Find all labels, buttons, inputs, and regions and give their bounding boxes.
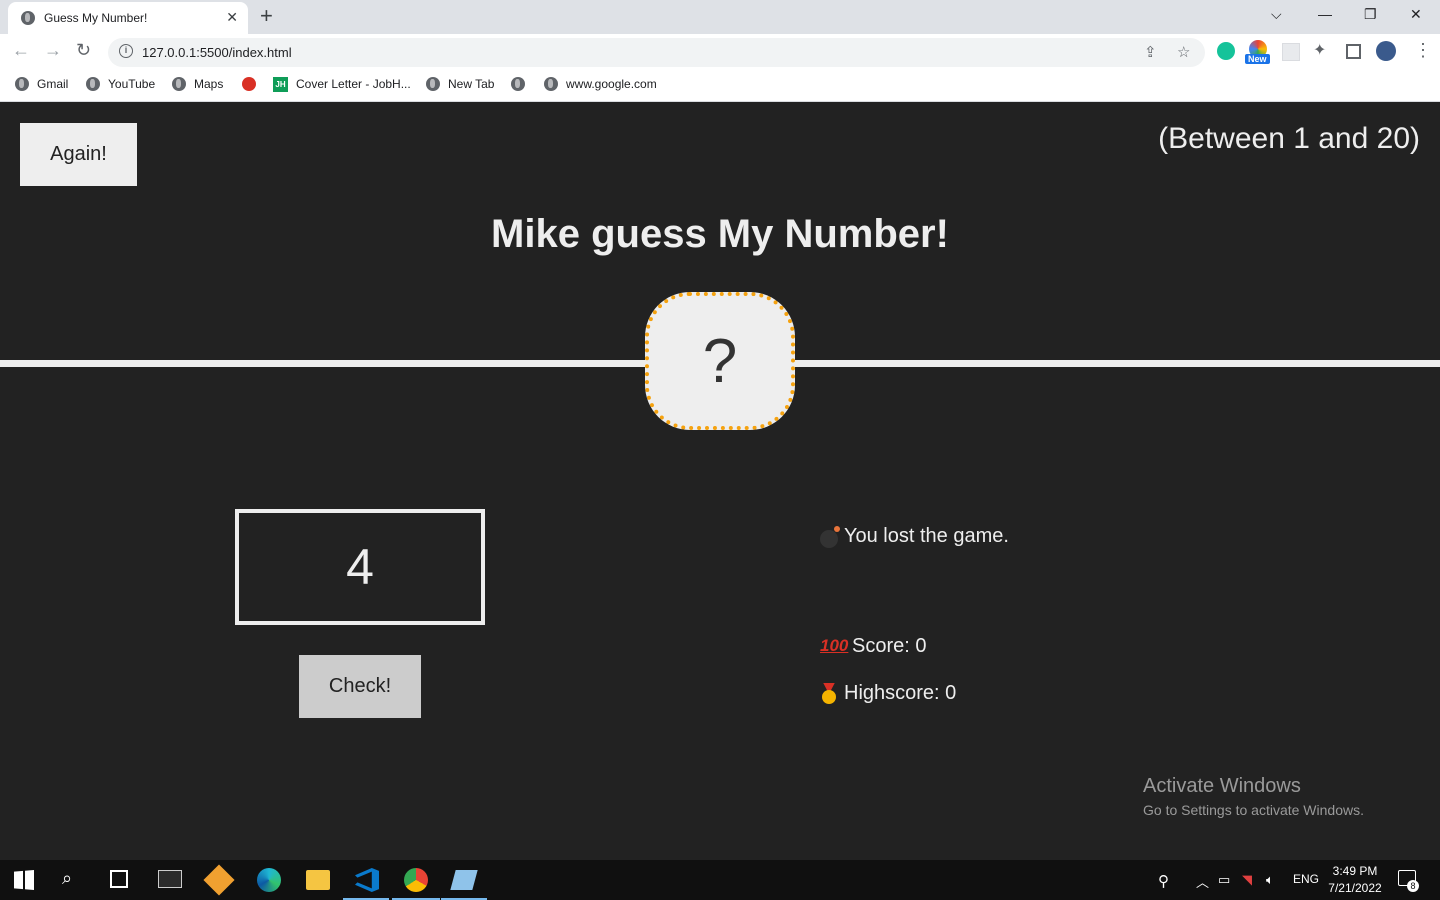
- address-bar[interactable]: i 127.0.0.1:5500/index.html ⇪ ☆: [108, 38, 1205, 67]
- windows-taskbar: ⌕ ⚲ ︿ ▭ ◥ 🔈︎ ENG 3:49 PM 7/21/2022 8: [0, 860, 1440, 900]
- globe-icon: [21, 11, 35, 25]
- terminal-icon[interactable]: [158, 870, 182, 888]
- red-dot-icon: [242, 77, 256, 91]
- bookmark-star-icon[interactable]: ☆: [1177, 43, 1190, 61]
- new-tab-button[interactable]: +: [260, 4, 273, 28]
- new-badge: New: [1245, 54, 1270, 64]
- score-line: 100 Score: 0: [820, 635, 926, 658]
- watermark-subtitle: Go to Settings to activate Windows.: [1143, 802, 1364, 818]
- language-indicator[interactable]: ENG: [1293, 872, 1319, 886]
- score-label: Score: 0: [852, 635, 927, 657]
- taskbar-clock[interactable]: 3:49 PM 7/21/2022: [1322, 863, 1388, 897]
- highscore-line: Highscore: 0: [820, 682, 956, 705]
- bookmark-red[interactable]: [242, 76, 256, 92]
- hundred-points-icon: 100: [820, 635, 849, 655]
- edge-icon[interactable]: [257, 868, 281, 892]
- globe-icon: [511, 77, 525, 91]
- menu-kebab-icon[interactable]: ⋮: [1414, 40, 1432, 61]
- bookmarks-bar: Gmail YouTube Maps JH Cover Letter - JobH…: [0, 70, 1440, 102]
- task-view-icon[interactable]: [110, 870, 128, 888]
- close-window-button[interactable]: ✕: [1410, 6, 1422, 23]
- search-icon[interactable]: ⌕: [62, 868, 86, 892]
- range-hint: (Between 1 and 20): [1158, 122, 1420, 155]
- tab-strip: Guess My Number! ✕ + ⌵ — ❐ ✕: [0, 0, 1440, 34]
- globe-icon: [86, 77, 100, 91]
- globe-icon: [426, 77, 440, 91]
- message-line: You lost the game.: [820, 525, 1009, 548]
- chrome-icon[interactable]: [404, 868, 428, 892]
- globe-icon: [544, 77, 558, 91]
- bookmark-maps[interactable]: Maps: [172, 76, 223, 92]
- check-button[interactable]: Check!: [299, 655, 421, 718]
- clock-time: 3:49 PM: [1332, 864, 1378, 878]
- reload-button[interactable]: ↻: [76, 40, 91, 61]
- bookmark-globe[interactable]: [511, 76, 525, 92]
- vscode-icon[interactable]: [355, 868, 379, 892]
- bookmark-new-tab[interactable]: New Tab: [426, 76, 494, 92]
- bookmark-label: YouTube: [108, 77, 156, 91]
- url-text: 127.0.0.1:5500/index.html: [142, 45, 292, 60]
- tab-title: Guess My Number!: [44, 11, 148, 25]
- network-icon[interactable]: ◥: [1242, 872, 1252, 888]
- bookmark-label: Maps: [194, 77, 224, 91]
- show-hidden-icons[interactable]: ︿: [1196, 872, 1209, 891]
- puzzle-icon[interactable]: ✦: [1313, 40, 1326, 60]
- battery-icon[interactable]: ▭: [1218, 872, 1230, 888]
- notes-app-icon[interactable]: [450, 870, 478, 890]
- restore-button[interactable]: ❐: [1364, 6, 1377, 23]
- secret-number-box: ?: [645, 292, 795, 430]
- game-page: Again! (Between 1 and 20) Mike guess My …: [0, 102, 1440, 860]
- bookmark-youtube[interactable]: YouTube: [86, 76, 155, 92]
- guess-input[interactable]: 4: [235, 509, 485, 625]
- profile-avatar[interactable]: [1376, 41, 1396, 61]
- watermark-title: Activate Windows: [1143, 775, 1301, 797]
- share-icon[interactable]: ⇪: [1144, 43, 1157, 61]
- bookmark-label: www.google.com: [566, 77, 657, 91]
- windows-start-icon[interactable]: [14, 870, 34, 890]
- globe-icon: [172, 77, 186, 91]
- bomb-icon: [820, 525, 840, 548]
- tab-close-button[interactable]: ✕: [226, 9, 238, 26]
- jobhire-icon: JH: [273, 76, 288, 92]
- bookmark-label: Gmail: [37, 77, 69, 91]
- browser-toolbar: ← → ↻ i 127.0.0.1:5500/index.html ⇪ ☆ Ne…: [0, 34, 1440, 70]
- highscore-label: Highscore: 0: [844, 682, 957, 704]
- tab-search-icon[interactable]: ⌵: [1271, 6, 1282, 23]
- page-title: Mike guess My Number!: [491, 212, 949, 256]
- game-message: You lost the game.: [844, 525, 1009, 547]
- bookmark-google[interactable]: www.google.com: [544, 76, 657, 92]
- volume-icon[interactable]: 🔈︎: [1266, 872, 1274, 888]
- site-info-icon[interactable]: i: [119, 44, 133, 58]
- bookmark-label: Cover Letter - JobH...: [296, 77, 411, 91]
- minimize-button[interactable]: —: [1318, 6, 1332, 22]
- bookmark-gmail[interactable]: Gmail: [15, 76, 68, 92]
- notification-badge: 8: [1407, 880, 1419, 892]
- activate-windows-watermark: Activate Windows Go to Settings to activ…: [1143, 775, 1364, 818]
- side-panel-icon[interactable]: [1346, 44, 1361, 59]
- bookmark-cover-letter[interactable]: JH Cover Letter - JobH...: [273, 76, 411, 92]
- bookmark-label: New Tab: [448, 77, 495, 91]
- medal-icon: [820, 683, 838, 705]
- clock-date: 7/21/2022: [1328, 881, 1382, 895]
- browser-tab[interactable]: Guess My Number! ✕: [8, 2, 248, 34]
- file-explorer-icon[interactable]: [306, 870, 330, 890]
- extension-placeholder-icon[interactable]: [1282, 43, 1300, 61]
- back-button[interactable]: ←: [12, 40, 30, 61]
- people-icon[interactable]: ⚲: [1158, 872, 1169, 890]
- globe-icon: [15, 77, 29, 91]
- forward-button[interactable]: →: [44, 40, 62, 61]
- again-button[interactable]: Again!: [20, 123, 137, 186]
- git-icon[interactable]: [203, 864, 235, 896]
- grammarly-icon[interactable]: [1217, 42, 1235, 60]
